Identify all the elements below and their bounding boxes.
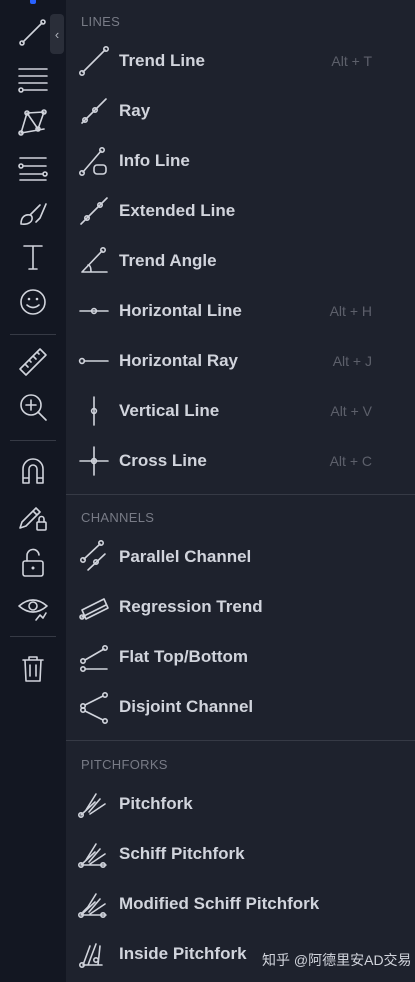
hotkey-label: Alt + J	[332, 353, 372, 369]
menu-item-cross-line[interactable]: Cross Line Alt + C	[66, 436, 415, 486]
menu-item-label: Disjoint Channel	[119, 697, 254, 716]
menu-item-label: Pitchfork	[119, 794, 193, 813]
measure-tool-button[interactable]	[12, 342, 54, 382]
eye-icon	[18, 599, 48, 621]
lock-drawing-button[interactable]	[12, 497, 54, 537]
menu-item-label: Trend Angle	[119, 251, 217, 270]
menu-item-modified-schiff-pitchfork[interactable]: Modified Schiff Pitchfork	[66, 879, 415, 929]
hide-drawings-button[interactable]	[12, 588, 54, 628]
trend-line-tool-button[interactable]	[12, 12, 54, 52]
horizontal-ray-icon	[78, 357, 109, 365]
drawing-toolbar: ‹	[0, 0, 67, 982]
hotkey-label: Alt + V	[330, 403, 372, 419]
menu-item-label: Ray	[119, 101, 151, 120]
lines-tools-menu: LINES Trend Line Alt + T Ray Info Line E…	[66, 0, 415, 982]
section-divider	[66, 494, 415, 495]
prediction-tool-button[interactable]	[12, 147, 54, 187]
section-title-lines: LINES	[81, 14, 121, 29]
info-line-icon	[78, 146, 107, 176]
inside-pitchfork-icon	[78, 943, 103, 968]
patterns-icon	[18, 109, 47, 136]
watermark: 知乎 @阿德里安AD交易	[262, 952, 412, 968]
emoji-icon	[20, 289, 46, 315]
pitchfork-icon	[77, 793, 106, 818]
menu-item-flat-top-bottom[interactable]: Flat Top/Bottom	[66, 632, 415, 682]
remove-drawings-button[interactable]	[12, 648, 54, 688]
menu-item-parallel-channel[interactable]: Parallel Channel	[66, 532, 415, 582]
zoom-in-icon	[20, 394, 47, 421]
toolbar-divider	[10, 334, 56, 335]
trend-line-icon	[19, 19, 46, 46]
parallel-channel-icon	[80, 539, 106, 571]
brush-icon	[20, 203, 47, 226]
menu-item-schiff-pitchfork[interactable]: Schiff Pitchfork	[66, 829, 415, 879]
toolbar-divider	[10, 440, 56, 441]
menu-item-label: Trend Line	[119, 51, 205, 70]
emoji-tool-button[interactable]	[12, 282, 54, 322]
brush-tool-button[interactable]	[12, 192, 54, 232]
toolbar-divider	[10, 636, 56, 637]
menu-item-label: Inside Pitchfork	[119, 944, 247, 963]
menu-item-label: Parallel Channel	[119, 547, 252, 566]
trend-angle-icon	[81, 246, 108, 273]
menu-item-trend-angle[interactable]: Trend Angle	[66, 236, 415, 286]
collapse-toolbar-button[interactable]: ‹	[50, 14, 64, 54]
horizontal-line-icon	[79, 307, 109, 315]
fib-tool-button[interactable]	[12, 57, 54, 97]
menu-item-regression-trend[interactable]: Regression Trend	[66, 582, 415, 632]
hotkey-label: Alt + H	[329, 303, 372, 319]
magnet-icon	[22, 458, 44, 484]
zoom-tool-button[interactable]	[12, 387, 54, 427]
flat-top-bottom-icon	[80, 645, 108, 672]
chevron-left-icon: ‹	[54, 26, 60, 42]
menu-item-disjoint-channel[interactable]: Disjoint Channel	[66, 682, 415, 732]
trend-line-icon	[78, 45, 109, 76]
prediction-icon	[18, 157, 48, 181]
menu-item-label: Flat Top/Bottom	[119, 647, 249, 666]
disjoint-channel-icon	[80, 691, 108, 724]
menu-item-horizontal-ray[interactable]: Horizontal Ray Alt + J	[66, 336, 415, 386]
extended-line-icon	[80, 197, 108, 225]
menu-item-trend-line[interactable]: Trend Line Alt + T	[66, 36, 415, 86]
patterns-tool-button[interactable]	[12, 102, 54, 142]
section-title-channels: CHANNELS	[81, 510, 155, 525]
menu-item-label: Info Line	[119, 151, 190, 170]
menu-item-label: Modified Schiff Pitchfork	[119, 894, 320, 913]
modified-schiff-pitchfork-icon	[77, 893, 107, 918]
hotkey-label: Alt + T	[331, 53, 372, 69]
active-indicator	[30, 0, 36, 4]
lock-all-button[interactable]	[12, 543, 54, 583]
menu-item-label: Cross Line	[119, 451, 207, 470]
menu-item-label: Extended Line	[119, 201, 236, 220]
menu-item-extended-line[interactable]: Extended Line	[66, 186, 415, 236]
menu-item-vertical-line[interactable]: Vertical Line Alt + V	[66, 386, 415, 436]
vertical-line-icon	[90, 396, 98, 426]
fib-retracement-icon	[18, 68, 48, 93]
regression-trend-icon	[79, 598, 109, 620]
menu-item-label: Vertical Line	[119, 401, 220, 420]
text-icon	[23, 245, 43, 270]
menu-item-label: Horizontal Ray	[119, 351, 239, 370]
menu-item-horizontal-line[interactable]: Horizontal Line Alt + H	[66, 286, 415, 336]
ruler-icon	[19, 348, 47, 376]
hotkey-label: Alt + C	[329, 453, 372, 469]
menu-item-label: Horizontal Line	[119, 301, 242, 320]
trash-icon	[22, 656, 44, 682]
section-title-pitchforks: PITCHFORKS	[81, 757, 168, 772]
menu-item-info-line[interactable]: Info Line	[66, 136, 415, 186]
unlock-icon	[22, 548, 44, 577]
section-divider	[66, 740, 415, 741]
menu-item-label: Schiff Pitchfork	[119, 844, 245, 863]
menu-item-pitchfork[interactable]: Pitchfork	[66, 779, 415, 829]
magnet-button[interactable]	[12, 450, 54, 490]
schiff-pitchfork-icon	[77, 843, 107, 868]
ray-icon	[81, 98, 107, 124]
lock-drawing-icon	[19, 507, 47, 531]
cross-line-icon	[79, 446, 109, 476]
menu-item-ray[interactable]: Ray	[66, 86, 415, 136]
menu-item-label: Regression Trend	[119, 597, 263, 616]
text-tool-button[interactable]	[12, 237, 54, 277]
